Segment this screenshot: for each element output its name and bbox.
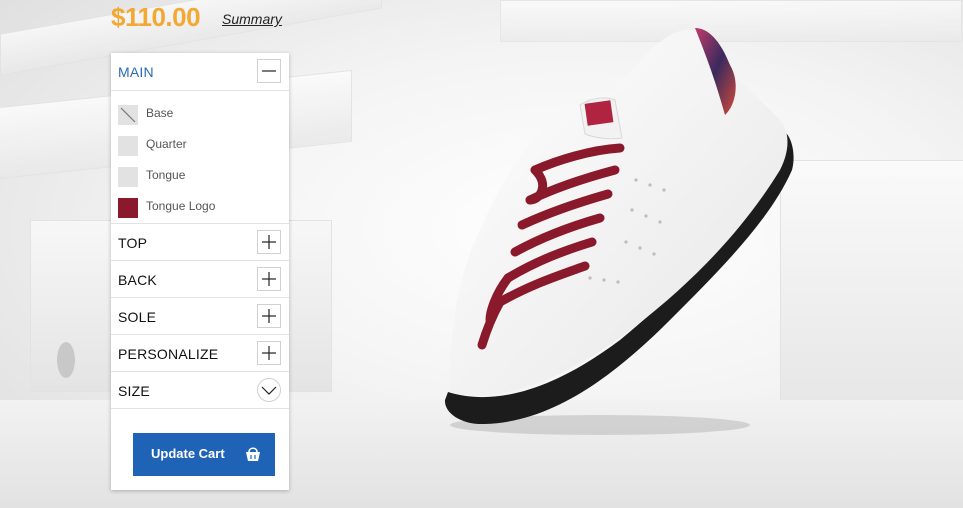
section-label: TOP	[118, 235, 148, 251]
plus-icon	[262, 235, 276, 249]
part-item-base[interactable]: Base	[111, 103, 289, 134]
part-label: Tongue Logo	[146, 199, 216, 213]
part-item-quarter[interactable]: Quarter	[111, 134, 289, 165]
part-label: Quarter	[146, 137, 187, 151]
section-label: SIZE	[118, 383, 150, 399]
section-sole[interactable]: SOLE	[111, 298, 289, 335]
bg-box-hole	[57, 342, 75, 378]
customizer-panel: MAIN Base Quarter Tongue Tongue Logo TOP	[111, 53, 289, 490]
expand-back-button[interactable]	[257, 267, 281, 291]
minus-icon	[262, 70, 276, 72]
section-top[interactable]: TOP	[111, 224, 289, 261]
collapse-main-button[interactable]	[257, 59, 281, 83]
bg-shoebox	[780, 160, 963, 412]
part-label: Tongue	[146, 168, 186, 182]
section-label: BACK	[118, 272, 157, 288]
section-back[interactable]: BACK	[111, 261, 289, 298]
part-item-tongue[interactable]: Tongue	[111, 165, 289, 196]
section-personalize[interactable]: PERSONALIZE	[111, 335, 289, 372]
section-main[interactable]: MAIN	[111, 53, 289, 91]
section-main-label: MAIN	[118, 64, 154, 80]
update-cart-label: Update Cart	[151, 446, 225, 461]
swatch-tongue-logo	[118, 198, 138, 218]
swatch-quarter	[118, 136, 138, 156]
section-label: SOLE	[118, 309, 157, 325]
plus-icon	[262, 272, 276, 286]
price-total: $110.00	[111, 2, 201, 32]
swatch-tongue	[118, 167, 138, 187]
update-cart-button[interactable]: Update Cart	[133, 433, 275, 476]
summary-link[interactable]: Summary	[222, 11, 282, 27]
chevron-down-icon	[261, 386, 277, 395]
shopping-bag-icon	[246, 447, 260, 461]
shoe-preview	[444, 28, 794, 435]
shoe-tongue-logo	[584, 100, 614, 126]
expand-top-button[interactable]	[257, 230, 281, 254]
section-label: PERSONALIZE	[118, 346, 219, 362]
none-swatch-icon	[120, 107, 136, 123]
plus-icon	[262, 309, 276, 323]
section-size[interactable]: SIZE	[111, 372, 289, 409]
part-label: Base	[146, 106, 174, 120]
part-item-tongue-logo[interactable]: Tongue Logo	[111, 196, 289, 227]
shoe-upper	[449, 29, 788, 396]
plus-icon	[262, 346, 276, 360]
expand-sole-button[interactable]	[257, 304, 281, 328]
swatch-base	[118, 105, 138, 125]
expand-size-button[interactable]	[257, 378, 281, 402]
main-parts-list: Base Quarter Tongue Tongue Logo	[111, 91, 289, 224]
expand-personalize-button[interactable]	[257, 341, 281, 365]
